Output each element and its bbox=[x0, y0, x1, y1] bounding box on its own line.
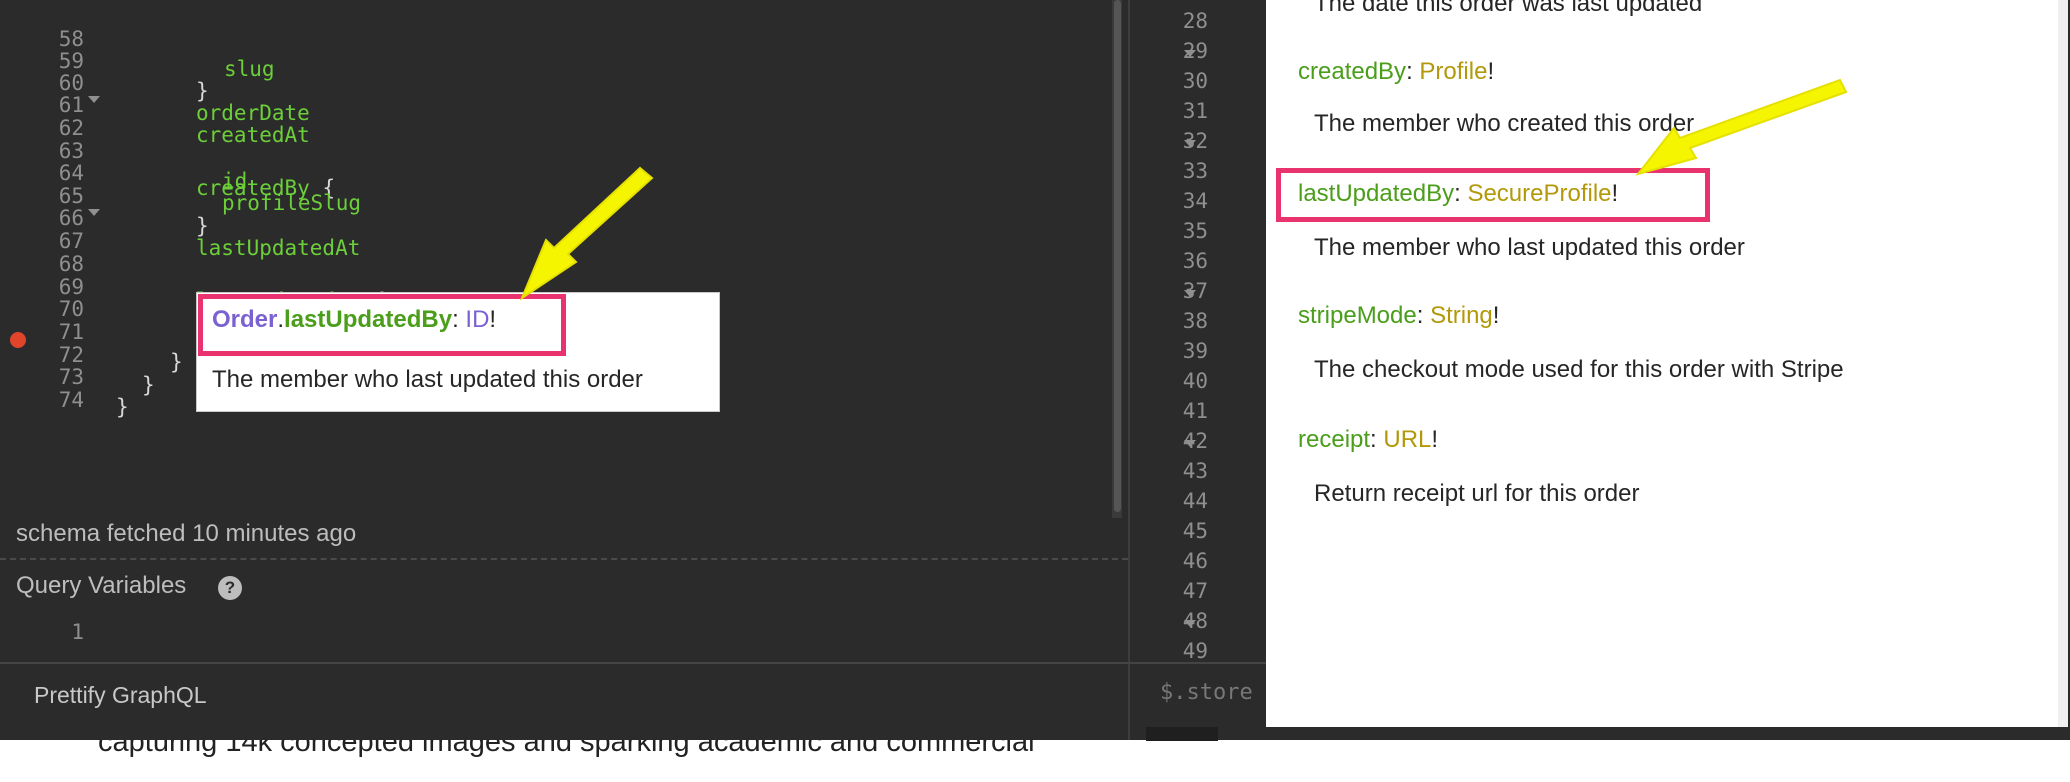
type-link[interactable]: String bbox=[1430, 302, 1493, 329]
panel-divider[interactable] bbox=[0, 558, 1128, 560]
fold-chevron-icon[interactable] bbox=[88, 96, 100, 103]
results-line: 40 bbox=[1182, 369, 1208, 393]
results-line: 32 bbox=[1182, 129, 1208, 153]
results-line: 35 bbox=[1182, 219, 1208, 243]
graphiql-app: 58 slug 59 } 60 orderDate 61 createdAt 6… bbox=[0, 0, 2070, 740]
results-line: 48 bbox=[1182, 609, 1208, 633]
results-line: 43 bbox=[1182, 459, 1208, 483]
results-line: 36 bbox=[1182, 249, 1208, 273]
toolbar-divider bbox=[0, 662, 1128, 664]
results-line: 44 bbox=[1182, 489, 1208, 513]
variables-line-number: 1 bbox=[71, 620, 84, 644]
results-line: 42 bbox=[1182, 429, 1208, 453]
doc-field-stripe-mode: stripeMode: String! bbox=[1298, 302, 1500, 329]
field-name-link[interactable]: createdBy bbox=[1298, 58, 1406, 85]
results-divider bbox=[1128, 662, 1268, 664]
results-line: 41 bbox=[1182, 399, 1208, 423]
fold-chevron-icon[interactable] bbox=[88, 209, 100, 216]
results-line: 34 bbox=[1182, 189, 1208, 213]
query-editor[interactable]: 58 slug 59 } 60 orderDate 61 createdAt 6… bbox=[0, 0, 1128, 518]
results-footer-text: $.store bbox=[1160, 680, 1253, 705]
results-line: 39 bbox=[1182, 339, 1208, 363]
help-icon[interactable]: ? bbox=[218, 576, 242, 600]
field-description: The checkout mode used for this order wi… bbox=[1314, 356, 1844, 383]
results-line: 31 bbox=[1182, 99, 1208, 123]
fold-chevron-icon[interactable] bbox=[1184, 290, 1196, 297]
type-link[interactable]: URL bbox=[1383, 426, 1431, 453]
field-name-link[interactable]: receipt bbox=[1298, 426, 1370, 453]
type-link[interactable]: Profile bbox=[1419, 58, 1487, 85]
field-description: The member who created this order bbox=[1314, 110, 1695, 137]
highlight-box bbox=[1276, 168, 1710, 222]
field-name-link[interactable]: stripeMode bbox=[1298, 302, 1417, 329]
editor-scrollbar-thumb[interactable] bbox=[1114, 0, 1121, 512]
fold-chevron-icon[interactable] bbox=[1184, 140, 1196, 147]
field-description: The member who last updated this order bbox=[1314, 234, 1745, 261]
fold-chevron-icon[interactable] bbox=[1184, 620, 1196, 627]
doc-field-created-by: createdBy: Profile! bbox=[1298, 58, 1495, 85]
results-line: 33 bbox=[1182, 159, 1208, 183]
fold-chevron-icon[interactable] bbox=[1184, 440, 1196, 447]
query-variables-title[interactable]: Query Variables bbox=[16, 572, 186, 600]
results-line: 37 bbox=[1182, 279, 1208, 303]
tooltip-description: The member who last updated this order bbox=[212, 366, 643, 393]
results-line: 30 bbox=[1182, 69, 1208, 93]
fold-chevron-icon[interactable] bbox=[1184, 50, 1196, 57]
results-line: 28 bbox=[1182, 9, 1208, 33]
breakpoint-dot-icon[interactable] bbox=[10, 332, 26, 348]
schema-status-text: schema fetched 10 minutes ago bbox=[16, 520, 357, 547]
highlight-box bbox=[198, 294, 566, 356]
results-line: 45 bbox=[1182, 519, 1208, 543]
doc-field-receipt: receipt: URL! bbox=[1298, 426, 1439, 453]
field-description: Return receipt url for this order bbox=[1314, 480, 1640, 507]
results-line: 47 bbox=[1182, 579, 1208, 603]
background-page-strip: capturing 14k concepted images and spark… bbox=[0, 740, 1120, 782]
results-line: 46 bbox=[1182, 549, 1208, 573]
window-edge bbox=[1146, 727, 1218, 741]
background-caption-text: capturing 14k concepted images and spark… bbox=[98, 740, 1035, 758]
code-token: } bbox=[116, 395, 129, 419]
line-number: 74 bbox=[58, 388, 84, 412]
results-line: 38 bbox=[1182, 309, 1208, 333]
results-line: 29 bbox=[1182, 39, 1208, 63]
field-description: The date this order was last updated bbox=[1314, 0, 1703, 17]
docs-scrollbar[interactable] bbox=[2058, 0, 2068, 727]
prettify-button[interactable]: Prettify GraphQL bbox=[34, 682, 207, 709]
